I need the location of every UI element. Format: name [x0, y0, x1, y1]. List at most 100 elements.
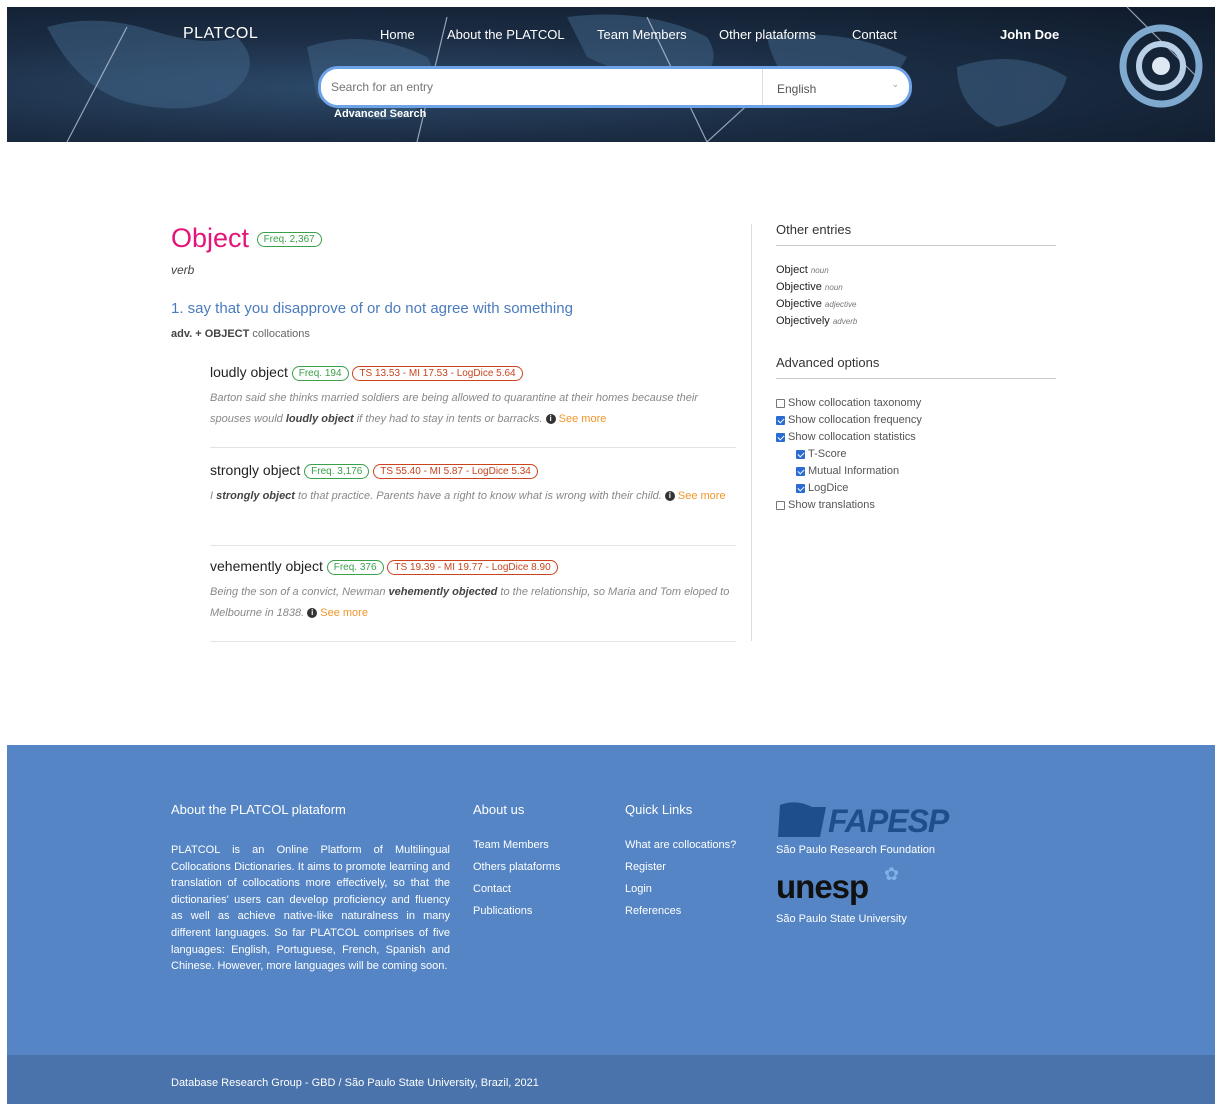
footer-about-title: About the PLATCOL plataform [171, 802, 346, 817]
see-more-link[interactable]: See more [320, 607, 368, 619]
footer-link[interactable]: Contact [473, 883, 560, 895]
info-icon[interactable]: i [545, 413, 556, 424]
sidebar: Other entries Object noun Objective noun… [776, 222, 1056, 514]
option-row[interactable]: LogDice [776, 480, 1056, 497]
option-checkbox[interactable] [776, 501, 785, 510]
option-row[interactable]: Show translations [776, 497, 1056, 514]
divider [210, 545, 736, 546]
see-more-link[interactable]: See more [678, 490, 726, 502]
collocation-stats-badge: TS 55.40 - MI 5.87 - LogDice 5.34 [373, 463, 538, 479]
option-row[interactable]: T-Score [776, 446, 1056, 463]
option-checkbox[interactable] [796, 467, 805, 476]
collocation-example: Barton said she thinks married soldiers … [210, 388, 737, 430]
option-label: Show collocation taxonomy [788, 397, 922, 409]
option-checkbox[interactable] [796, 484, 805, 493]
footer-aboutus-title: About us [473, 802, 525, 817]
footer-link[interactable]: Others plataforms [473, 861, 560, 873]
footer-link[interactable]: Team Members [473, 839, 560, 851]
fapesp-logo[interactable]: FAPESP [776, 801, 966, 839]
example-highlight: strongly object [216, 489, 295, 502]
footer-bottom-bar: Database Research Group - GBD / São Paul… [7, 1055, 1215, 1104]
target-logo-icon [1119, 24, 1203, 108]
option-label: Mutual Information [808, 465, 900, 477]
nav-contact[interactable]: Contact [852, 27, 897, 42]
footer-about-text: PLATCOL is an Online Platform of Multili… [171, 844, 450, 973]
unesp-logo[interactable]: unesp ✿ [776, 864, 966, 908]
fapesp-logo-text: FAPESP [828, 803, 949, 839]
brand-logo[interactable]: PLATCOL [183, 25, 258, 43]
footer-quick-links: Quick Links What are collocations? Regis… [625, 802, 736, 927]
search-bar: English ⌄ [318, 66, 912, 108]
collocation-phrase: strongly object [210, 462, 301, 478]
advanced-search-link[interactable]: Advanced Search [334, 108, 426, 120]
option-row[interactable]: Show collocation taxonomy [776, 395, 1056, 412]
footer-about: About the PLATCOL plataform PLATCOL is a… [171, 802, 450, 975]
footer-aboutus: About us Team Members Others plataforms … [473, 802, 560, 927]
collocation-frequency-badge: Freq. 3,176 [304, 463, 370, 479]
option-label: Show collocation frequency [788, 414, 922, 426]
site-footer: About the PLATCOL plataform PLATCOL is a… [7, 745, 1215, 1055]
example-text: if they had to stay in tents or barracks… [353, 412, 543, 425]
example-highlight: vehemently objected [388, 585, 498, 598]
other-entry-pos: noun [810, 266, 829, 275]
other-entries-title: Other entries [776, 222, 1056, 246]
language-select[interactable]: English ⌄ [762, 69, 909, 105]
nav-team[interactable]: Team Members [597, 27, 687, 42]
collocation-item: strongly object Freq. 3,176 TS 55.40 - M… [210, 462, 737, 507]
footer-link[interactable]: Publications [473, 905, 560, 917]
fapesp-flag-icon [778, 802, 826, 837]
see-more-link[interactable]: See more [559, 413, 607, 425]
example-text: to that practice. Parents have a right t… [294, 489, 662, 502]
info-icon[interactable]: i [307, 607, 318, 618]
footer-link[interactable]: References [625, 905, 736, 917]
other-entry-pos: noun [824, 283, 843, 292]
nav-about[interactable]: About the PLATCOL [447, 27, 565, 42]
unesp-caption: São Paulo State University [776, 913, 907, 925]
divider [210, 641, 736, 642]
copyright-text: Database Research Group - GBD / São Paul… [171, 1077, 539, 1089]
collocation-phrase: loudly object [210, 364, 288, 380]
info-icon[interactable]: i [664, 490, 675, 501]
other-entry-word[interactable]: Objective [776, 281, 822, 293]
user-menu[interactable]: John Doe [1000, 27, 1059, 42]
option-label: T-Score [808, 448, 847, 460]
other-entry-word[interactable]: Objectively [776, 315, 830, 327]
entry-frequency-badge: Freq. 2,367 [256, 232, 322, 248]
language-select-value: English [777, 82, 817, 96]
part-of-speech: verb [171, 263, 195, 277]
other-entry-link[interactable]: Objectively adverb [776, 313, 1056, 330]
footer-link[interactable]: What are collocations? [625, 839, 736, 851]
other-entry-word[interactable]: Objective [776, 298, 822, 310]
advanced-options-title: Advanced options [776, 355, 1056, 379]
option-row[interactable]: Show collocation statistics [776, 429, 1056, 446]
nav-home[interactable]: Home [380, 27, 415, 42]
other-entry-link[interactable]: Objective noun [776, 279, 1056, 296]
pattern-suffix: collocations [252, 328, 310, 340]
option-row[interactable]: Show collocation frequency [776, 412, 1056, 429]
column-separator [751, 224, 752, 641]
other-entry-word[interactable]: Object [776, 264, 808, 276]
other-entry-link[interactable]: Objective adjective [776, 296, 1056, 313]
collocation-stats-badge: TS 13.53 - MI 17.53 - LogDice 5.64 [352, 365, 523, 381]
advanced-options-list: Show collocation taxonomy Show collocatio… [776, 395, 1056, 514]
footer-link[interactable]: Login [625, 883, 736, 895]
option-checkbox[interactable] [776, 416, 785, 425]
example-text: Being the son of a convict, Newman [210, 585, 389, 598]
option-checkbox[interactable] [796, 450, 805, 459]
other-entry-pos: adjective [824, 300, 857, 309]
nav-other-plataforms[interactable]: Other plataforms [719, 27, 816, 42]
option-checkbox[interactable] [776, 433, 785, 442]
chevron-down-icon: ⌄ [891, 79, 899, 89]
collocation-pattern: adv. + OBJECT collocations [171, 328, 310, 340]
search-input[interactable] [321, 69, 759, 105]
entry-header: Object Freq. 2,367 [171, 223, 322, 254]
footer-link[interactable]: Register [625, 861, 736, 873]
option-label: Show translations [788, 499, 875, 511]
collocation-example: I strongly object to that practice. Pare… [210, 486, 737, 507]
other-entries-list: Object noun Objective noun Objective adj… [776, 262, 1056, 330]
option-checkbox[interactable] [776, 399, 785, 408]
collocation-frequency-badge: Freq. 376 [326, 559, 384, 575]
other-entry-link[interactable]: Object noun [776, 262, 1056, 279]
footer-quick-title: Quick Links [625, 802, 693, 817]
option-row[interactable]: Mutual Information [776, 463, 1056, 480]
